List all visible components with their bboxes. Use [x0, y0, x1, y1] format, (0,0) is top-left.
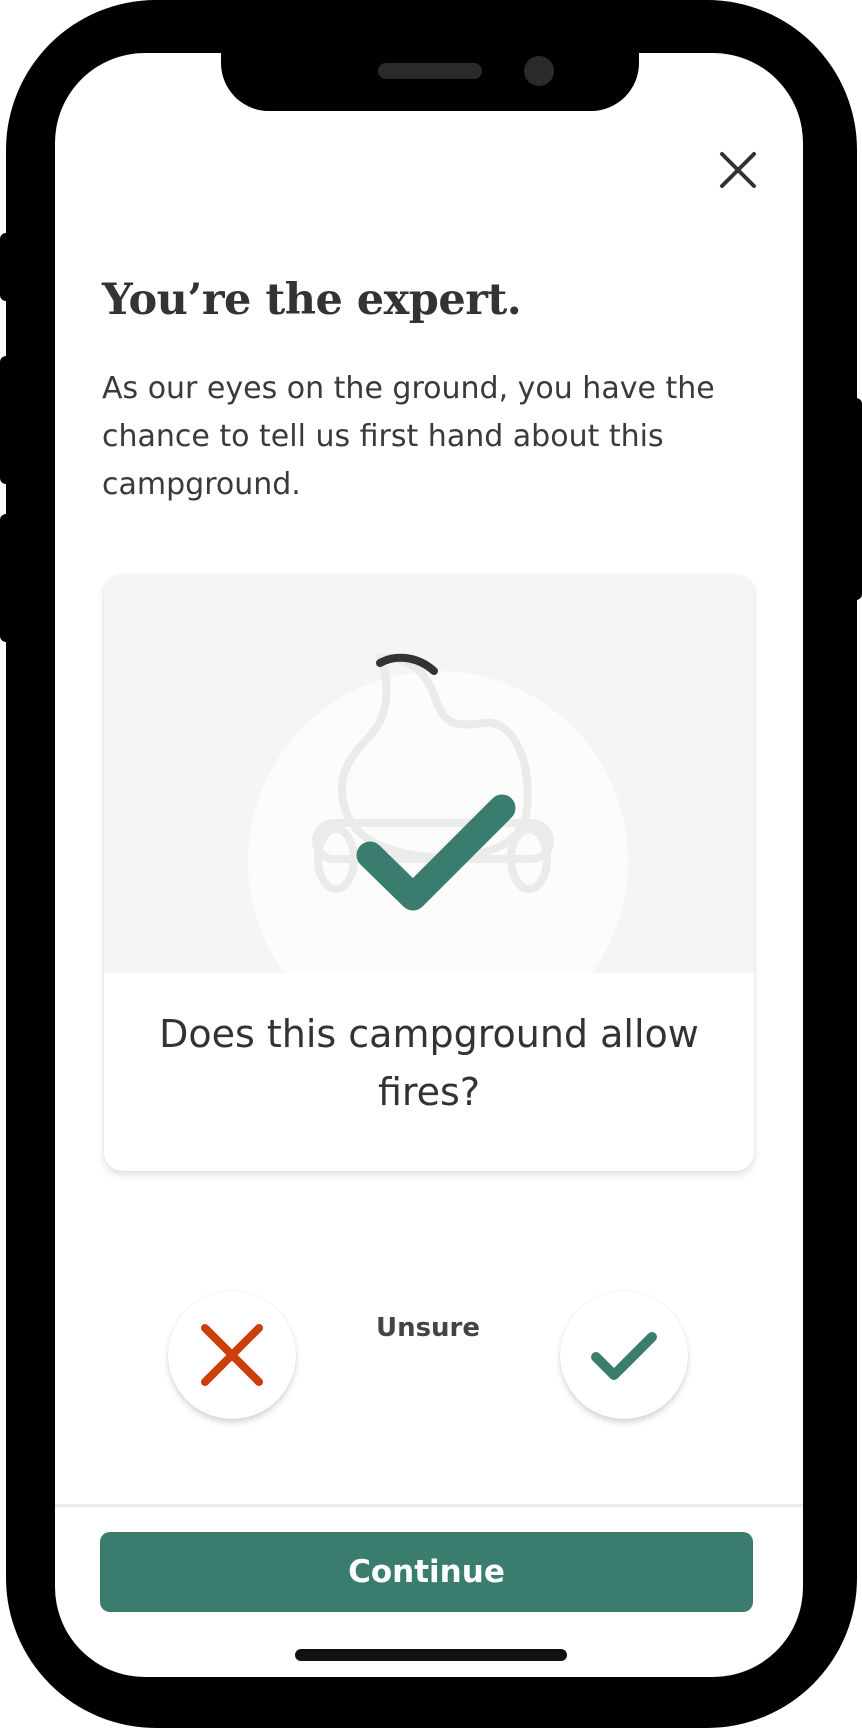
checkmark-icon — [591, 1332, 657, 1380]
power-button — [850, 398, 862, 600]
answer-yes-button[interactable] — [560, 1291, 688, 1419]
question-text: Does this campground allow fires? — [159, 1012, 699, 1114]
page-title: You’re the expert. — [102, 275, 522, 325]
app-screen: You’re the expert. As our eyes on the gr… — [55, 53, 803, 1677]
notch — [221, 53, 639, 111]
footer-divider — [55, 1504, 803, 1507]
close-button[interactable] — [717, 149, 759, 191]
volume-down-button — [0, 514, 12, 642]
answer-unsure-button[interactable]: Unsure — [373, 1313, 483, 1343]
question-card: Does this campground allow fires? — [104, 575, 754, 1171]
front-camera — [524, 56, 554, 86]
home-indicator[interactable] — [295, 1649, 567, 1661]
answer-no-button[interactable] — [168, 1291, 296, 1419]
campfire-check-icon — [104, 575, 754, 973]
silent-switch — [0, 233, 12, 301]
close-icon — [720, 152, 756, 188]
volume-up-button — [0, 356, 12, 484]
speaker-grille — [378, 63, 482, 79]
continue-button[interactable]: Continue — [100, 1532, 753, 1612]
x-icon — [201, 1324, 263, 1386]
intro-text: As our eyes on the ground, you have the … — [102, 371, 715, 502]
